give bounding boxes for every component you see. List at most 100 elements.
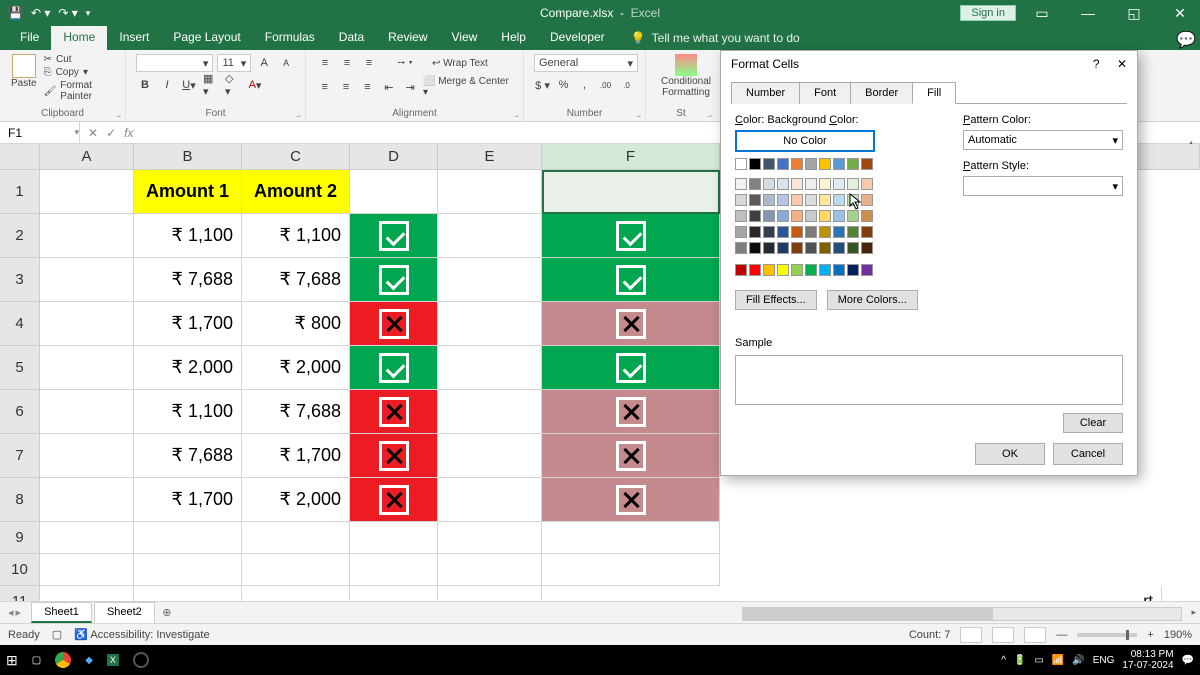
cell-e4[interactable]: [438, 302, 542, 346]
merge-center-button[interactable]: ⬜ Merge & Center ▾: [423, 76, 513, 98]
decrease-indent-icon[interactable]: ⇤: [380, 78, 397, 96]
sheet-tab-sheet2[interactable]: Sheet2: [94, 602, 155, 623]
color-swatch[interactable]: [833, 242, 845, 254]
tab-developer[interactable]: Developer: [538, 26, 617, 50]
color-swatch[interactable]: [819, 264, 831, 276]
column-header-E[interactable]: E: [438, 144, 542, 169]
dialog-tab-number[interactable]: Number: [731, 82, 800, 104]
cell-a8[interactable]: [40, 478, 134, 522]
cell-e7[interactable]: [438, 434, 542, 478]
sheet-nav-next-icon[interactable]: ▸: [16, 606, 22, 619]
color-swatch[interactable]: [749, 158, 761, 170]
cell-d1[interactable]: [350, 170, 438, 214]
tray-clock[interactable]: 08:13 PM17-07-2024: [1122, 649, 1173, 671]
ribbon-display-icon[interactable]: ▭: [1022, 0, 1062, 26]
cancel-button[interactable]: Cancel: [1053, 443, 1123, 465]
tab-home[interactable]: Home: [51, 26, 107, 50]
color-swatch[interactable]: [763, 158, 775, 170]
redo-icon[interactable]: ↷ ▾: [58, 6, 77, 20]
column-header-F[interactable]: F: [542, 144, 720, 169]
cell-f2[interactable]: [542, 214, 720, 258]
color-swatch[interactable]: [833, 210, 845, 222]
fx-icon[interactable]: fx: [124, 126, 133, 140]
clear-button[interactable]: Clear: [1063, 413, 1123, 433]
color-swatch[interactable]: [763, 210, 775, 222]
align-center-icon[interactable]: ≡: [337, 78, 354, 96]
color-swatch[interactable]: [749, 178, 761, 190]
pattern-style-combo[interactable]: ▾: [963, 176, 1123, 196]
color-swatch[interactable]: [847, 242, 859, 254]
color-swatch[interactable]: [777, 158, 789, 170]
cell-a2[interactable]: [40, 214, 134, 258]
column-header-C[interactable]: C: [242, 144, 350, 169]
orientation-icon[interactable]: ⭬ ▾: [396, 54, 414, 72]
cell-f9[interactable]: [542, 522, 720, 554]
sheet-nav-prev-icon[interactable]: ◂: [8, 606, 14, 619]
tray-onedrive-icon[interactable]: ▭: [1034, 655, 1043, 666]
color-swatch[interactable]: [861, 210, 873, 222]
tray-battery-icon[interactable]: 🔋: [1014, 655, 1026, 666]
color-swatch[interactable]: [749, 226, 761, 238]
cell-c7[interactable]: ₹ 1,700: [242, 434, 350, 478]
page-layout-view-icon[interactable]: [992, 627, 1014, 643]
percent-icon[interactable]: %: [555, 76, 572, 94]
cell-f1[interactable]: [542, 170, 720, 214]
horizontal-scrollbar[interactable]: [742, 607, 1182, 621]
row-header-1[interactable]: 1: [0, 170, 39, 214]
row-header-5[interactable]: 5: [0, 346, 39, 390]
accessibility-status[interactable]: ♿ Accessibility: Investigate: [74, 628, 209, 641]
tab-file[interactable]: File: [8, 26, 51, 50]
color-swatch[interactable]: [861, 242, 873, 254]
pattern-color-combo[interactable]: Automatic▾: [963, 130, 1123, 150]
decrease-font-icon[interactable]: A: [277, 54, 295, 72]
zoom-level[interactable]: 190%: [1164, 629, 1192, 641]
color-swatch[interactable]: [819, 210, 831, 222]
conditional-formatting-button[interactable]: Conditional Formatting: [656, 54, 716, 98]
cell-d3[interactable]: [350, 258, 438, 302]
undo-icon[interactable]: ↶ ▾: [31, 6, 50, 20]
bold-button[interactable]: B: [136, 76, 154, 94]
tab-review[interactable]: Review: [376, 26, 439, 50]
qat-customize-icon[interactable]: ▾: [86, 8, 91, 19]
row-header-7[interactable]: 7: [0, 434, 39, 478]
cell-e9[interactable]: [438, 522, 542, 554]
cell-a11[interactable]: [40, 586, 134, 601]
cell-b4[interactable]: ₹ 1,700: [134, 302, 242, 346]
cell-f11[interactable]: rt: [542, 586, 1162, 601]
cell-b9[interactable]: [134, 522, 242, 554]
cell-b6[interactable]: ₹ 1,100: [134, 390, 242, 434]
cell-f7[interactable]: [542, 434, 720, 478]
cell-c3[interactable]: ₹ 7,688: [242, 258, 350, 302]
more-colors-button[interactable]: More Colors...: [827, 290, 918, 310]
color-swatch[interactable]: [819, 242, 831, 254]
color-swatch[interactable]: [833, 226, 845, 238]
cell-e6[interactable]: [438, 390, 542, 434]
cell-f10[interactable]: [542, 554, 720, 586]
column-header-A[interactable]: A: [40, 144, 134, 169]
cell-c10[interactable]: [242, 554, 350, 586]
cell-b8[interactable]: ₹ 1,700: [134, 478, 242, 522]
tab-help[interactable]: Help: [489, 26, 538, 50]
font-color-button[interactable]: A ▾: [246, 76, 264, 94]
format-painter-button[interactable]: 🖌Format Painter: [44, 80, 115, 102]
cell-f3[interactable]: [542, 258, 720, 302]
column-header-D[interactable]: D: [350, 144, 438, 169]
color-swatch[interactable]: [735, 178, 747, 190]
chrome-icon[interactable]: [55, 652, 71, 668]
color-swatch[interactable]: [819, 158, 831, 170]
tray-chevron-icon[interactable]: ^: [1001, 655, 1006, 666]
color-swatch[interactable]: [861, 178, 873, 190]
dialog-help-icon[interactable]: ?: [1093, 57, 1100, 71]
color-swatch[interactable]: [791, 178, 803, 190]
cell-e2[interactable]: [438, 214, 542, 258]
taskbar-app-icon[interactable]: ◆: [85, 655, 93, 666]
maximize-icon[interactable]: ◱: [1114, 0, 1154, 26]
color-swatch[interactable]: [833, 194, 845, 206]
zoom-in-icon[interactable]: +: [1147, 629, 1153, 641]
cut-button[interactable]: ✂Cut: [44, 54, 115, 65]
add-sheet-button[interactable]: ⊕: [157, 606, 177, 619]
cell-d10[interactable]: [350, 554, 438, 586]
obs-icon[interactable]: [133, 652, 149, 668]
select-all-corner[interactable]: [0, 144, 39, 170]
color-swatch[interactable]: [791, 264, 803, 276]
